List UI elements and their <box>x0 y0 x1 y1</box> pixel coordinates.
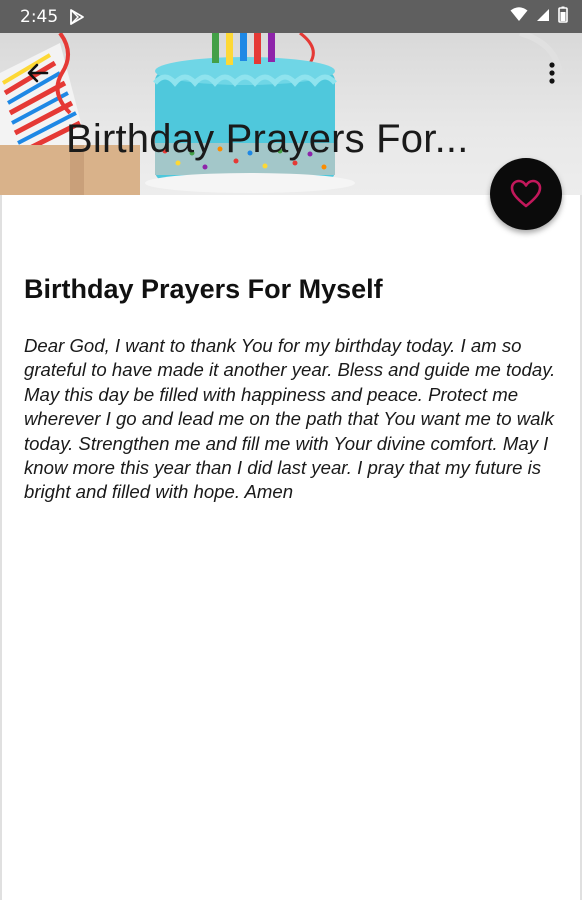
header-background-image <box>0 33 563 195</box>
battery-icon <box>558 6 568 28</box>
more-vert-icon <box>549 62 555 84</box>
wifi-icon <box>510 6 528 27</box>
article-body: Dear God, I want to thank You for my bir… <box>24 335 556 503</box>
toolbar-title: Birthday Prayers For... <box>66 117 469 161</box>
favorite-button[interactable] <box>490 158 562 230</box>
left-edge-divider <box>0 195 2 900</box>
article-content: Birthday Prayers For Myself Dear God, I … <box>24 270 560 505</box>
status-time: 2:45 <box>20 6 59 27</box>
app-bar-header: Birthday Prayers For... <box>0 33 582 195</box>
arrow-back-icon <box>27 63 49 83</box>
play-store-icon <box>68 8 86 26</box>
back-button[interactable] <box>20 55 56 91</box>
more-options-button[interactable] <box>534 55 570 91</box>
heart-outline-icon <box>510 179 542 208</box>
article-title: Birthday Prayers For Myself <box>24 274 383 304</box>
signal-icon <box>536 7 550 27</box>
status-icons <box>510 6 568 28</box>
status-bar: 2:45 <box>0 0 582 33</box>
